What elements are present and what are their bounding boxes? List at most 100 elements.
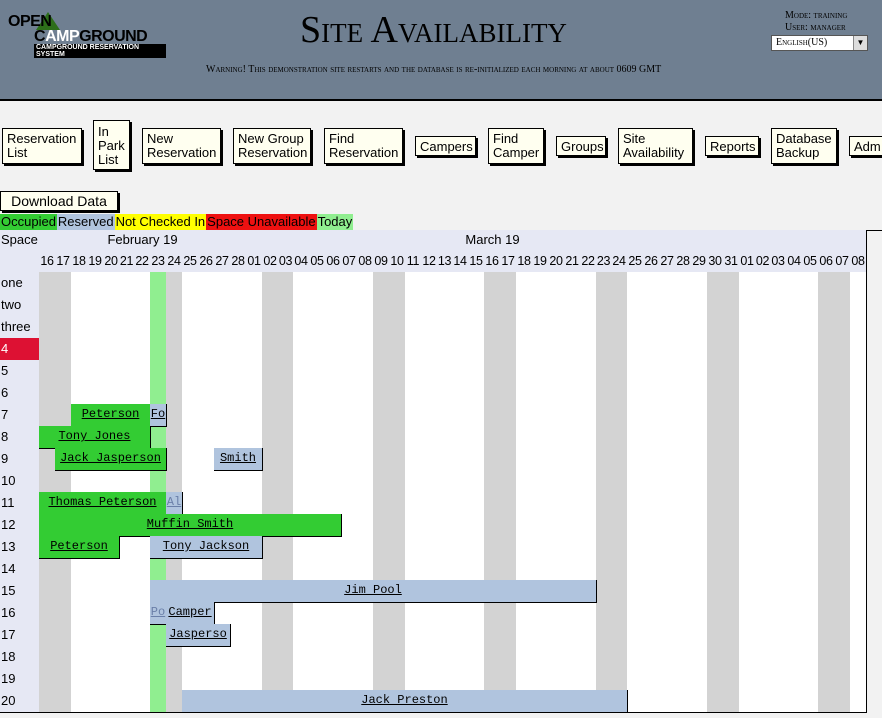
availability-cell[interactable] bbox=[293, 470, 310, 493]
availability-cell[interactable] bbox=[564, 602, 581, 625]
availability-cell[interactable] bbox=[262, 602, 279, 625]
availability-cell[interactable] bbox=[198, 668, 215, 691]
availability-cell[interactable] bbox=[373, 404, 390, 427]
availability-cell[interactable] bbox=[818, 690, 835, 713]
availability-cell[interactable] bbox=[723, 668, 740, 691]
availability-cell[interactable] bbox=[627, 382, 644, 405]
availability-cell[interactable] bbox=[659, 448, 676, 471]
availability-cell[interactable] bbox=[516, 470, 533, 493]
availability-cell[interactable] bbox=[357, 426, 374, 449]
availability-cell[interactable] bbox=[548, 668, 565, 691]
availability-cell[interactable] bbox=[405, 536, 422, 559]
availability-cell[interactable] bbox=[389, 536, 406, 559]
availability-cell[interactable] bbox=[532, 668, 549, 691]
availability-cell[interactable] bbox=[770, 316, 787, 339]
availability-cell[interactable] bbox=[341, 668, 358, 691]
availability-cell[interactable] bbox=[373, 558, 390, 581]
availability-cell[interactable] bbox=[341, 448, 358, 471]
availability-cell[interactable] bbox=[500, 514, 517, 537]
availability-cell[interactable] bbox=[166, 272, 183, 295]
availability-cell[interactable] bbox=[532, 404, 549, 427]
availability-cell[interactable] bbox=[262, 316, 279, 339]
availability-cell[interactable] bbox=[548, 602, 565, 625]
availability-cell[interactable] bbox=[675, 514, 692, 537]
availability-cell[interactable] bbox=[437, 338, 453, 361]
availability-cell[interactable] bbox=[103, 602, 120, 625]
availability-cell[interactable] bbox=[373, 272, 390, 295]
availability-cell[interactable] bbox=[341, 602, 358, 625]
availability-cell[interactable] bbox=[214, 316, 231, 339]
availability-cell[interactable] bbox=[103, 382, 120, 405]
availability-cell[interactable] bbox=[230, 602, 247, 625]
availability-cell[interactable] bbox=[341, 514, 358, 537]
availability-cell[interactable] bbox=[87, 602, 104, 625]
nav-button-find-reservation[interactable]: Find Reservation bbox=[324, 128, 403, 164]
availability-cell[interactable] bbox=[468, 646, 485, 669]
availability-cell[interactable] bbox=[182, 294, 199, 317]
availability-cell[interactable] bbox=[421, 382, 438, 405]
availability-cell[interactable] bbox=[214, 272, 231, 295]
availability-cell[interactable] bbox=[71, 690, 88, 713]
availability-cell[interactable] bbox=[548, 338, 565, 361]
availability-cell[interactable] bbox=[802, 448, 819, 471]
space-label[interactable]: 6 bbox=[0, 382, 40, 405]
availability-cell[interactable] bbox=[675, 338, 692, 361]
availability-cell[interactable] bbox=[484, 294, 501, 317]
availability-cell[interactable] bbox=[341, 404, 358, 427]
chevron-down-icon[interactable]: ▼ bbox=[853, 36, 867, 50]
availability-cell[interactable] bbox=[389, 316, 406, 339]
availability-cell[interactable] bbox=[802, 360, 819, 383]
availability-cell[interactable] bbox=[421, 426, 438, 449]
availability-cell[interactable] bbox=[739, 426, 756, 449]
availability-cell[interactable] bbox=[103, 646, 120, 669]
availability-cell[interactable] bbox=[739, 646, 756, 669]
availability-cell[interactable] bbox=[87, 316, 104, 339]
availability-cell[interactable] bbox=[468, 602, 485, 625]
availability-cell[interactable] bbox=[325, 294, 342, 317]
availability-cell[interactable] bbox=[198, 646, 215, 669]
reservation-bar[interactable]: Peterson bbox=[39, 536, 120, 559]
availability-cell[interactable] bbox=[564, 624, 581, 647]
availability-cell[interactable] bbox=[452, 294, 469, 317]
availability-cell[interactable] bbox=[246, 338, 263, 361]
availability-cell[interactable] bbox=[643, 272, 660, 295]
availability-cell[interactable] bbox=[103, 558, 120, 581]
availability-cell[interactable] bbox=[278, 360, 294, 383]
availability-cell[interactable] bbox=[834, 558, 851, 581]
availability-cell[interactable] bbox=[723, 514, 740, 537]
availability-cell[interactable] bbox=[532, 536, 549, 559]
availability-cell[interactable] bbox=[87, 360, 104, 383]
availability-cell[interactable] bbox=[675, 690, 692, 713]
availability-cell[interactable] bbox=[357, 404, 374, 427]
availability-cell[interactable] bbox=[150, 624, 167, 647]
availability-cell[interactable] bbox=[500, 316, 517, 339]
availability-cell[interactable] bbox=[834, 536, 851, 559]
availability-cell[interactable] bbox=[770, 514, 787, 537]
availability-cell[interactable] bbox=[341, 382, 358, 405]
availability-cell[interactable] bbox=[484, 338, 501, 361]
availability-cell[interactable] bbox=[437, 536, 453, 559]
availability-cell[interactable] bbox=[580, 624, 597, 647]
availability-cell[interactable] bbox=[357, 514, 374, 537]
availability-cell[interactable] bbox=[71, 294, 88, 317]
availability-cell[interactable] bbox=[834, 646, 851, 669]
availability-cell[interactable] bbox=[834, 492, 851, 515]
space-label[interactable]: 12 bbox=[0, 514, 40, 537]
availability-cell[interactable] bbox=[230, 558, 247, 581]
availability-cell[interactable] bbox=[389, 624, 406, 647]
availability-cell[interactable] bbox=[818, 338, 835, 361]
availability-cell[interactable] bbox=[643, 404, 660, 427]
availability-cell[interactable] bbox=[596, 404, 612, 427]
availability-cell[interactable] bbox=[437, 602, 453, 625]
availability-cell[interactable] bbox=[278, 316, 294, 339]
availability-cell[interactable] bbox=[325, 624, 342, 647]
availability-cell[interactable] bbox=[182, 470, 199, 493]
availability-cell[interactable] bbox=[71, 668, 88, 691]
availability-cell[interactable] bbox=[182, 360, 199, 383]
availability-cell[interactable] bbox=[723, 602, 740, 625]
availability-cell[interactable] bbox=[71, 580, 88, 603]
availability-cell[interactable] bbox=[230, 470, 247, 493]
availability-cell[interactable] bbox=[198, 316, 215, 339]
availability-cell[interactable] bbox=[818, 426, 835, 449]
availability-cell[interactable] bbox=[293, 448, 310, 471]
